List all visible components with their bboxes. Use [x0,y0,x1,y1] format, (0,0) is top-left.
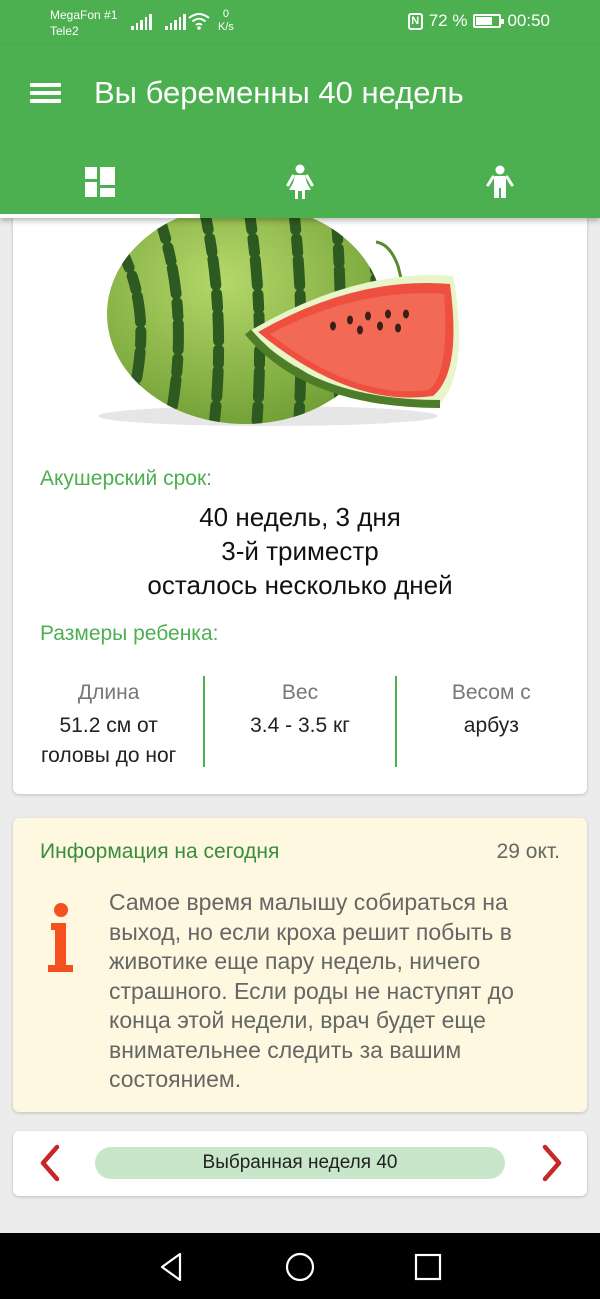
recents-icon [414,1253,442,1281]
menu-button[interactable] [30,81,64,105]
nfc-icon: N [407,12,423,30]
wifi-icon [188,13,210,30]
divider [203,676,205,767]
back-icon [160,1252,182,1282]
size-weight-header: Вес [281,681,319,704]
chevron-right-icon [542,1144,562,1182]
recents-button[interactable] [412,1251,444,1283]
overview-card: Акушерский срок: 40 недель, 3 дня 3-й тр… [13,214,587,794]
tab-mother[interactable] [200,145,400,218]
speed-unit: K/s [218,21,234,33]
hamburger-bar [30,99,61,103]
carrier-1: MegaFon #1 [50,8,118,22]
size-label: Размеры ребенка: [40,622,219,645]
speed-value: 0 [222,8,230,20]
selected-week[interactable]: Выбранная неделя 40 [95,1147,505,1179]
chevron-left-icon [40,1144,60,1182]
size-length-header: Длина [77,681,140,704]
hamburger-icon [30,83,61,87]
tab-bar [0,145,600,218]
carrier-names: MegaFon #1 Tele2 [50,7,117,39]
battery-percent: 72 % [428,11,468,30]
home-icon [285,1252,315,1282]
clock: 00:50 [507,11,550,30]
daily-info-text: Самое время малышу собираться на выход, … [109,889,514,1092]
term-label: Акушерский срок: [40,467,212,490]
size-length-value: 51.2 см от головы до ног [40,714,177,767]
tab-baby[interactable] [400,145,600,218]
daily-info-title: Информация на сегодня [40,840,280,863]
size-length: Длина 51.2 см от головы до ног [13,678,204,768]
battery-icon [473,14,505,28]
app-bar: Вы беременны 40 недель [0,45,600,218]
term-trimester: 3-й триместр [221,536,379,566]
page-title: Вы беременны 40 недель [94,75,464,110]
signal-2-icon [165,14,186,30]
term-weeks: 40 недель, 3 дня [199,502,401,532]
status-bar: MegaFon #1 Tele2 0 K/s N 72 % 00:50 [0,0,600,45]
hamburger-bar [30,91,61,95]
size-comparison-value: арбуз [463,714,519,737]
size-weight-value: 3.4 - 3.5 кг [250,714,350,737]
week-selector: Выбранная неделя 40 [13,1131,587,1196]
battery-fill [476,17,493,25]
child-icon [486,165,514,198]
size-weight: Вес 3.4 - 3.5 кг [204,678,395,768]
woman-icon [286,164,314,199]
system-nav-bar [0,1233,600,1299]
previous-week-button[interactable] [31,1143,71,1183]
daily-info-card: Информация на сегодня 29 окт. Самое врем… [13,818,587,1112]
size-comparison: Весом с арбуз [396,678,587,768]
back-button[interactable] [156,1251,188,1283]
daily-info-date: 29 окт. [496,840,560,863]
next-week-button[interactable] [531,1143,571,1183]
network-speed: 0 K/s [218,8,234,34]
info-icon [48,903,73,972]
divider [395,676,397,767]
term-info: 40 недель, 3 дня 3-й триместр осталось н… [13,500,587,602]
status-right: N 72 % 00:50 [407,11,550,31]
baby-sizes: Длина 51.2 см от головы до ног Вес 3.4 -… [13,678,587,768]
carrier-2: Tele2 [50,24,79,38]
size-comparison-header: Весом с [451,681,531,704]
watermelon-illustration [98,214,460,426]
tab-overview[interactable] [0,145,200,218]
signal-1-icon [131,14,152,30]
term-remaining: осталось несколько дней [147,570,453,600]
home-button[interactable] [284,1251,316,1283]
dashboard-icon [85,166,115,197]
